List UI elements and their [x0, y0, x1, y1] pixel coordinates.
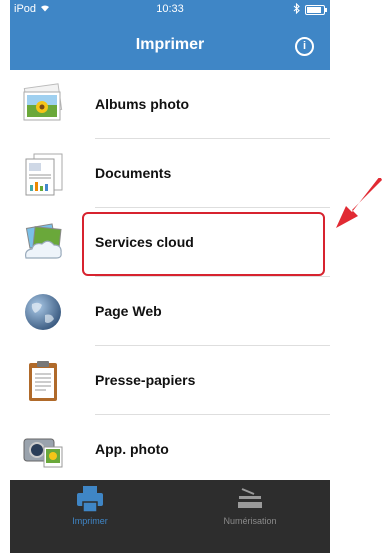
cloud-services-icon — [20, 220, 66, 266]
menu-item-label: Documents — [95, 165, 172, 181]
scanner-icon — [232, 484, 268, 514]
menu-item-label: Albums photo — [95, 96, 190, 112]
tab-label: Imprimer — [72, 516, 108, 526]
tab-numerisation[interactable]: Numérisation — [170, 480, 330, 553]
arrow-indicator-icon — [336, 178, 382, 228]
menu-item-presse-papiers[interactable]: Presse-papiers — [10, 346, 330, 415]
highlight-box — [82, 212, 325, 276]
printer-icon — [72, 484, 108, 514]
tab-imprimer[interactable]: Imprimer — [10, 480, 170, 553]
camera-icon — [20, 427, 66, 473]
menu-item-albums-photo[interactable]: Albums photo — [10, 70, 330, 139]
menu-item-documents[interactable]: Documents — [10, 139, 330, 208]
menu-item-label: Page Web — [95, 303, 162, 319]
page-title: Imprimer — [135, 36, 205, 53]
app-screen: iPod 10:33 Imprimer i Albums photo Docum… — [10, 0, 330, 553]
tab-label: Numérisation — [223, 516, 277, 526]
menu-item-label: Presse-papiers — [95, 372, 196, 388]
status-bar: iPod 10:33 — [10, 0, 330, 20]
menu-item-app-photo[interactable]: App. photo — [10, 415, 330, 484]
menu-item-page-web[interactable]: Page Web — [10, 277, 330, 346]
tab-bar: Imprimer Numérisation — [10, 480, 330, 553]
bluetooth-icon — [293, 2, 300, 17]
menu-item-label: App. photo — [95, 441, 169, 457]
globe-icon — [20, 289, 66, 335]
documents-icon — [20, 151, 66, 197]
print-source-list: Albums photo Documents Services cloud Pa… — [10, 70, 330, 484]
info-icon[interactable]: i — [295, 37, 314, 56]
battery-icon — [305, 5, 327, 15]
nav-bar: Imprimer i — [10, 20, 330, 70]
clipboard-icon — [20, 358, 66, 404]
photo-album-icon — [20, 82, 66, 128]
status-time: 10:33 — [156, 3, 184, 15]
